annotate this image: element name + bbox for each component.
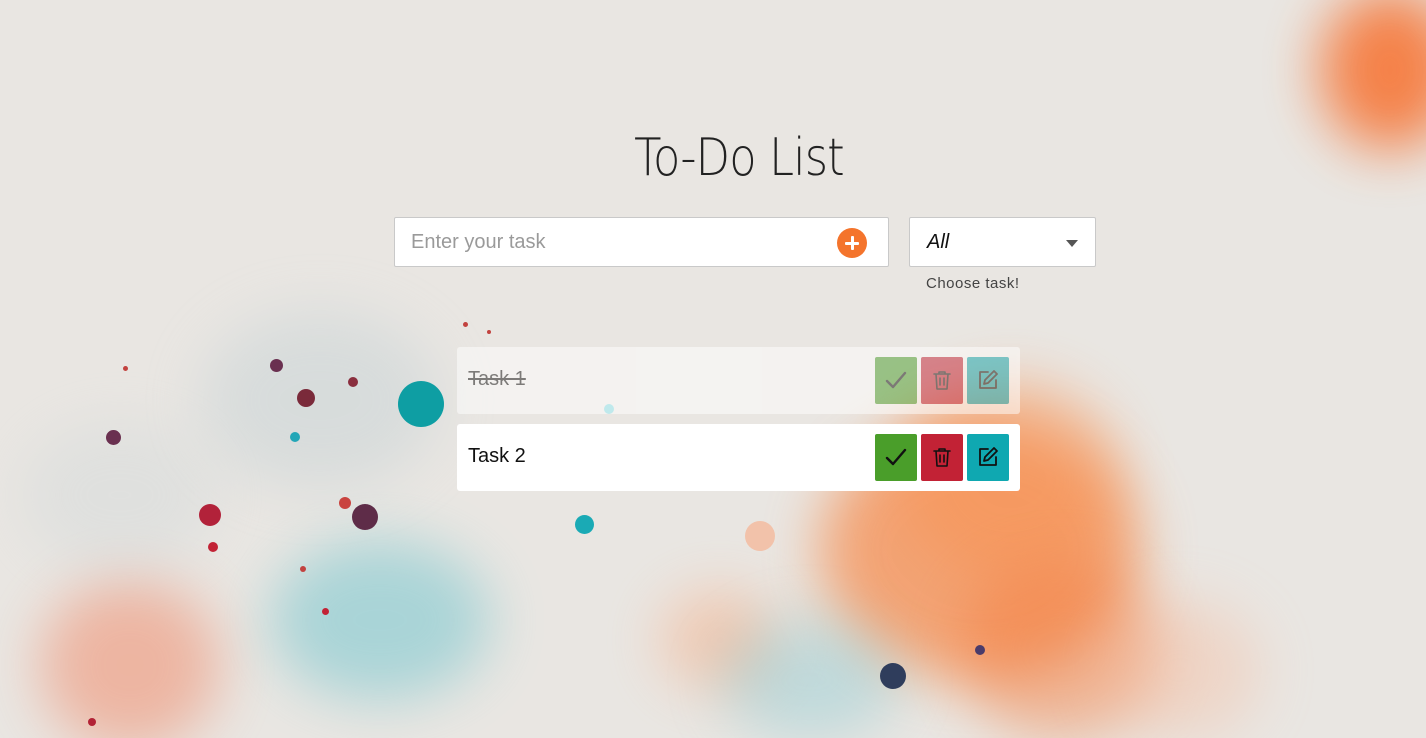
todo-list: Task 1 Task 2 xyxy=(457,347,1020,501)
trash-icon xyxy=(933,371,951,390)
delete-button[interactable] xyxy=(921,434,963,481)
task-form xyxy=(394,217,889,267)
edit-icon xyxy=(979,370,998,389)
add-task-button[interactable] xyxy=(837,228,867,258)
delete-button[interactable] xyxy=(921,357,963,404)
filter-selected-value: All xyxy=(927,231,950,253)
edit-button[interactable] xyxy=(967,434,1009,481)
todo-item: Task 1 xyxy=(457,347,1020,414)
complete-button[interactable] xyxy=(875,434,917,481)
page-title: To-Do List xyxy=(634,128,844,188)
caret-down-icon xyxy=(1066,240,1078,247)
filter-select[interactable]: All xyxy=(909,217,1096,267)
complete-button[interactable] xyxy=(875,357,917,404)
trash-icon xyxy=(933,448,951,467)
todo-label: Task 1 xyxy=(468,368,526,390)
todo-label: Task 2 xyxy=(468,445,526,467)
todo-item: Task 2 xyxy=(457,424,1020,491)
edit-icon xyxy=(979,447,998,466)
task-input[interactable] xyxy=(395,218,841,266)
check-icon xyxy=(885,448,907,466)
check-icon xyxy=(885,371,907,389)
filter-hint: Choose task! xyxy=(926,275,1020,292)
edit-button[interactable] xyxy=(967,357,1009,404)
todo-app: To-Do List All Choose task! Task 1 xyxy=(0,0,1426,738)
